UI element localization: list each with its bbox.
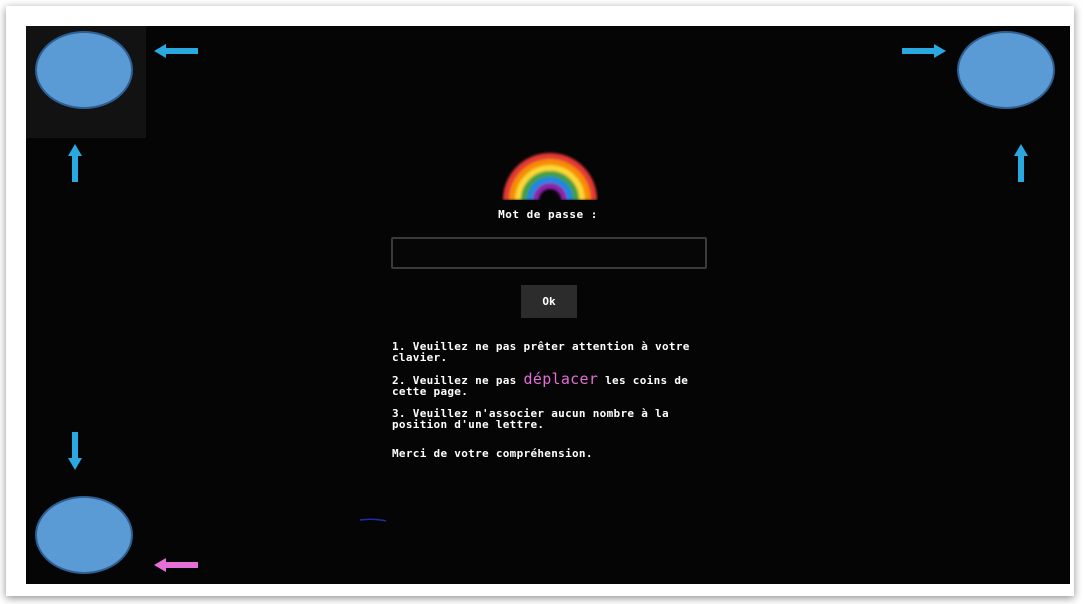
- password-input[interactable]: [391, 237, 707, 269]
- rainbow-icon: [502, 146, 598, 201]
- arrow-up-icon: [1014, 144, 1028, 182]
- instruction-2-highlight: déplacer: [523, 370, 599, 388]
- arrow-right-icon: [902, 44, 946, 58]
- password-label: Mot de passe :: [498, 208, 598, 221]
- screenshot-area: Mot de passe : Ok 1. Veuillez ne pas prê…: [26, 26, 1070, 584]
- instruction-3: 3. Veuillez n'associer aucun nombre à la…: [392, 407, 669, 431]
- ok-button[interactable]: Ok: [521, 285, 577, 318]
- arrow-left-icon: [154, 558, 198, 572]
- stray-mark: [359, 507, 387, 522]
- instructions-block: 1. Veuillez ne pas prêter attention à vo…: [392, 341, 722, 470]
- arrow-down-icon: [68, 432, 82, 470]
- instruction-1: 1. Veuillez ne pas prêter attention à vo…: [392, 340, 690, 364]
- corner-circle-top-left[interactable]: [35, 31, 133, 109]
- instruction-2: 2. Veuillez ne pas déplacer les coins de…: [392, 372, 722, 398]
- corner-circle-top-right[interactable]: [957, 31, 1055, 109]
- arrow-left-icon: [154, 44, 198, 58]
- thanks-message: Merci de votre compréhension.: [392, 447, 593, 460]
- arrow-up-icon: [68, 144, 82, 182]
- corner-circle-bottom-left[interactable]: [35, 496, 133, 574]
